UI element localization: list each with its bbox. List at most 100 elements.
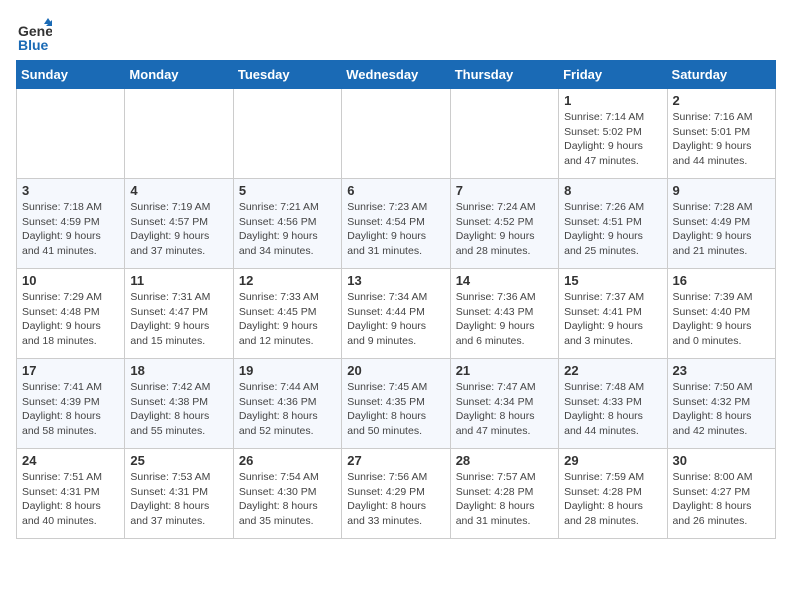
- dow-header: Tuesday: [233, 61, 341, 89]
- day-number: 14: [456, 273, 553, 288]
- calendar-cell: [233, 89, 341, 179]
- day-number: 17: [22, 363, 119, 378]
- calendar-cell: 1Sunrise: 7:14 AM Sunset: 5:02 PM Daylig…: [559, 89, 667, 179]
- calendar-cell: 20 Sunrise: 7:45 AM Sunset: 4:35 PM Dayli…: [342, 359, 450, 449]
- calendar-cell: 13 Sunrise: 7:34 AM Sunset: 4:44 PM Dayli…: [342, 269, 450, 359]
- day-number: 24: [22, 453, 119, 468]
- calendar-cell: 23Sunrise: 7:50 AM Sunset: 4:32 PM Dayli…: [667, 359, 775, 449]
- day-number: 2: [673, 93, 770, 108]
- dow-header: Sunday: [17, 61, 125, 89]
- day-number: 3: [22, 183, 119, 198]
- calendar-cell: 29 Sunrise: 7:59 AM Sunset: 4:28 PM Dayli…: [559, 449, 667, 539]
- day-info: Sunrise: 7:54 AM Sunset: 4:30 PM Dayligh…: [239, 470, 336, 529]
- day-number: 11: [130, 273, 227, 288]
- day-number: 19: [239, 363, 336, 378]
- calendar-cell: 5 Sunrise: 7:21 AM Sunset: 4:56 PM Daylig…: [233, 179, 341, 269]
- calendar-cell: [450, 89, 558, 179]
- day-info: Sunrise: 7:39 AM Sunset: 4:40 PM Dayligh…: [673, 290, 770, 349]
- day-number: 4: [130, 183, 227, 198]
- day-info: Sunrise: 7:57 AM Sunset: 4:28 PM Dayligh…: [456, 470, 553, 529]
- day-info: Sunrise: 7:56 AM Sunset: 4:29 PM Dayligh…: [347, 470, 444, 529]
- day-info: Sunrise: 7:51 AM Sunset: 4:31 PM Dayligh…: [22, 470, 119, 529]
- day-info: Sunrise: 7:45 AM Sunset: 4:35 PM Dayligh…: [347, 380, 444, 439]
- day-number: 1: [564, 93, 661, 108]
- day-number: 26: [239, 453, 336, 468]
- day-info: Sunrise: 7:29 AM Sunset: 4:48 PM Dayligh…: [22, 290, 119, 349]
- day-info: Sunrise: 7:42 AM Sunset: 4:38 PM Dayligh…: [130, 380, 227, 439]
- day-info: Sunrise: 7:48 AM Sunset: 4:33 PM Dayligh…: [564, 380, 661, 439]
- calendar-cell: 2 Sunrise: 7:16 AM Sunset: 5:01 PM Daylig…: [667, 89, 775, 179]
- day-info: Sunrise: 7:21 AM Sunset: 4:56 PM Dayligh…: [239, 200, 336, 259]
- calendar-cell: 21 Sunrise: 7:47 AM Sunset: 4:34 PM Dayli…: [450, 359, 558, 449]
- day-number: 15: [564, 273, 661, 288]
- day-info: Sunrise: 7:53 AM Sunset: 4:31 PM Dayligh…: [130, 470, 227, 529]
- calendar-body: 1Sunrise: 7:14 AM Sunset: 5:02 PM Daylig…: [17, 89, 776, 539]
- day-info: Sunrise: 7:36 AM Sunset: 4:43 PM Dayligh…: [456, 290, 553, 349]
- dow-header: Wednesday: [342, 61, 450, 89]
- day-number: 28: [456, 453, 553, 468]
- calendar-cell: 16 Sunrise: 7:39 AM Sunset: 4:40 PM Dayli…: [667, 269, 775, 359]
- calendar-cell: 26 Sunrise: 7:54 AM Sunset: 4:30 PM Dayli…: [233, 449, 341, 539]
- calendar-cell: 3 Sunrise: 7:18 AM Sunset: 4:59 PM Daylig…: [17, 179, 125, 269]
- day-number: 6: [347, 183, 444, 198]
- days-of-week-row: SundayMondayTuesdayWednesdayThursdayFrid…: [17, 61, 776, 89]
- calendar-cell: 15 Sunrise: 7:37 AM Sunset: 4:41 PM Dayli…: [559, 269, 667, 359]
- dow-header: Thursday: [450, 61, 558, 89]
- day-number: 22: [564, 363, 661, 378]
- day-info: Sunrise: 7:31 AM Sunset: 4:47 PM Dayligh…: [130, 290, 227, 349]
- day-info: Sunrise: 7:47 AM Sunset: 4:34 PM Dayligh…: [456, 380, 553, 439]
- calendar-cell: 10 Sunrise: 7:29 AM Sunset: 4:48 PM Dayli…: [17, 269, 125, 359]
- day-info: Sunrise: 7:37 AM Sunset: 4:41 PM Dayligh…: [564, 290, 661, 349]
- day-number: 10: [22, 273, 119, 288]
- day-number: 16: [673, 273, 770, 288]
- dow-header: Monday: [125, 61, 233, 89]
- day-info: Sunrise: 7:18 AM Sunset: 4:59 PM Dayligh…: [22, 200, 119, 259]
- calendar-cell: 6Sunrise: 7:23 AM Sunset: 4:54 PM Daylig…: [342, 179, 450, 269]
- day-number: 27: [347, 453, 444, 468]
- day-number: 25: [130, 453, 227, 468]
- day-number: 23: [673, 363, 770, 378]
- day-number: 12: [239, 273, 336, 288]
- dow-header: Friday: [559, 61, 667, 89]
- day-number: 9: [673, 183, 770, 198]
- calendar-cell: 22 Sunrise: 7:48 AM Sunset: 4:33 PM Dayli…: [559, 359, 667, 449]
- calendar-cell: 28 Sunrise: 7:57 AM Sunset: 4:28 PM Dayli…: [450, 449, 558, 539]
- day-info: Sunrise: 7:24 AM Sunset: 4:52 PM Dayligh…: [456, 200, 553, 259]
- calendar-cell: 14 Sunrise: 7:36 AM Sunset: 4:43 PM Dayli…: [450, 269, 558, 359]
- day-info: Sunrise: 7:16 AM Sunset: 5:01 PM Dayligh…: [673, 110, 770, 169]
- calendar-cell: 24 Sunrise: 7:51 AM Sunset: 4:31 PM Dayli…: [17, 449, 125, 539]
- calendar-cell: [17, 89, 125, 179]
- day-info: Sunrise: 7:34 AM Sunset: 4:44 PM Dayligh…: [347, 290, 444, 349]
- calendar-cell: 25 Sunrise: 7:53 AM Sunset: 4:31 PM Dayli…: [125, 449, 233, 539]
- calendar-cell: 17 Sunrise: 7:41 AM Sunset: 4:39 PM Dayli…: [17, 359, 125, 449]
- calendar-week-row: 3 Sunrise: 7:18 AM Sunset: 4:59 PM Daylig…: [17, 179, 776, 269]
- svg-text:Blue: Blue: [18, 37, 49, 52]
- day-number: 20: [347, 363, 444, 378]
- calendar-cell: 7 Sunrise: 7:24 AM Sunset: 4:52 PM Daylig…: [450, 179, 558, 269]
- day-number: 5: [239, 183, 336, 198]
- day-number: 21: [456, 363, 553, 378]
- day-info: Sunrise: 7:59 AM Sunset: 4:28 PM Dayligh…: [564, 470, 661, 529]
- calendar-week-row: 10 Sunrise: 7:29 AM Sunset: 4:48 PM Dayli…: [17, 269, 776, 359]
- day-info: Sunrise: 7:44 AM Sunset: 4:36 PM Dayligh…: [239, 380, 336, 439]
- calendar-cell: 12 Sunrise: 7:33 AM Sunset: 4:45 PM Dayli…: [233, 269, 341, 359]
- day-info: Sunrise: 7:41 AM Sunset: 4:39 PM Dayligh…: [22, 380, 119, 439]
- day-number: 8: [564, 183, 661, 198]
- calendar-cell: 30Sunrise: 8:00 AM Sunset: 4:27 PM Dayli…: [667, 449, 775, 539]
- calendar-cell: [342, 89, 450, 179]
- day-number: 7: [456, 183, 553, 198]
- calendar-cell: 4Sunrise: 7:19 AM Sunset: 4:57 PM Daylig…: [125, 179, 233, 269]
- day-info: Sunrise: 7:33 AM Sunset: 4:45 PM Dayligh…: [239, 290, 336, 349]
- day-info: Sunrise: 8:00 AM Sunset: 4:27 PM Dayligh…: [673, 470, 770, 529]
- day-info: Sunrise: 7:28 AM Sunset: 4:49 PM Dayligh…: [673, 200, 770, 259]
- calendar-cell: 11 Sunrise: 7:31 AM Sunset: 4:47 PM Dayli…: [125, 269, 233, 359]
- calendar-cell: 27 Sunrise: 7:56 AM Sunset: 4:29 PM Dayli…: [342, 449, 450, 539]
- calendar-cell: [125, 89, 233, 179]
- day-number: 18: [130, 363, 227, 378]
- calendar-cell: 18 Sunrise: 7:42 AM Sunset: 4:38 PM Dayli…: [125, 359, 233, 449]
- header: General Blue: [16, 16, 776, 52]
- logo: General Blue: [16, 16, 56, 52]
- day-number: 13: [347, 273, 444, 288]
- day-number: 29: [564, 453, 661, 468]
- calendar-cell: 8Sunrise: 7:26 AM Sunset: 4:51 PM Daylig…: [559, 179, 667, 269]
